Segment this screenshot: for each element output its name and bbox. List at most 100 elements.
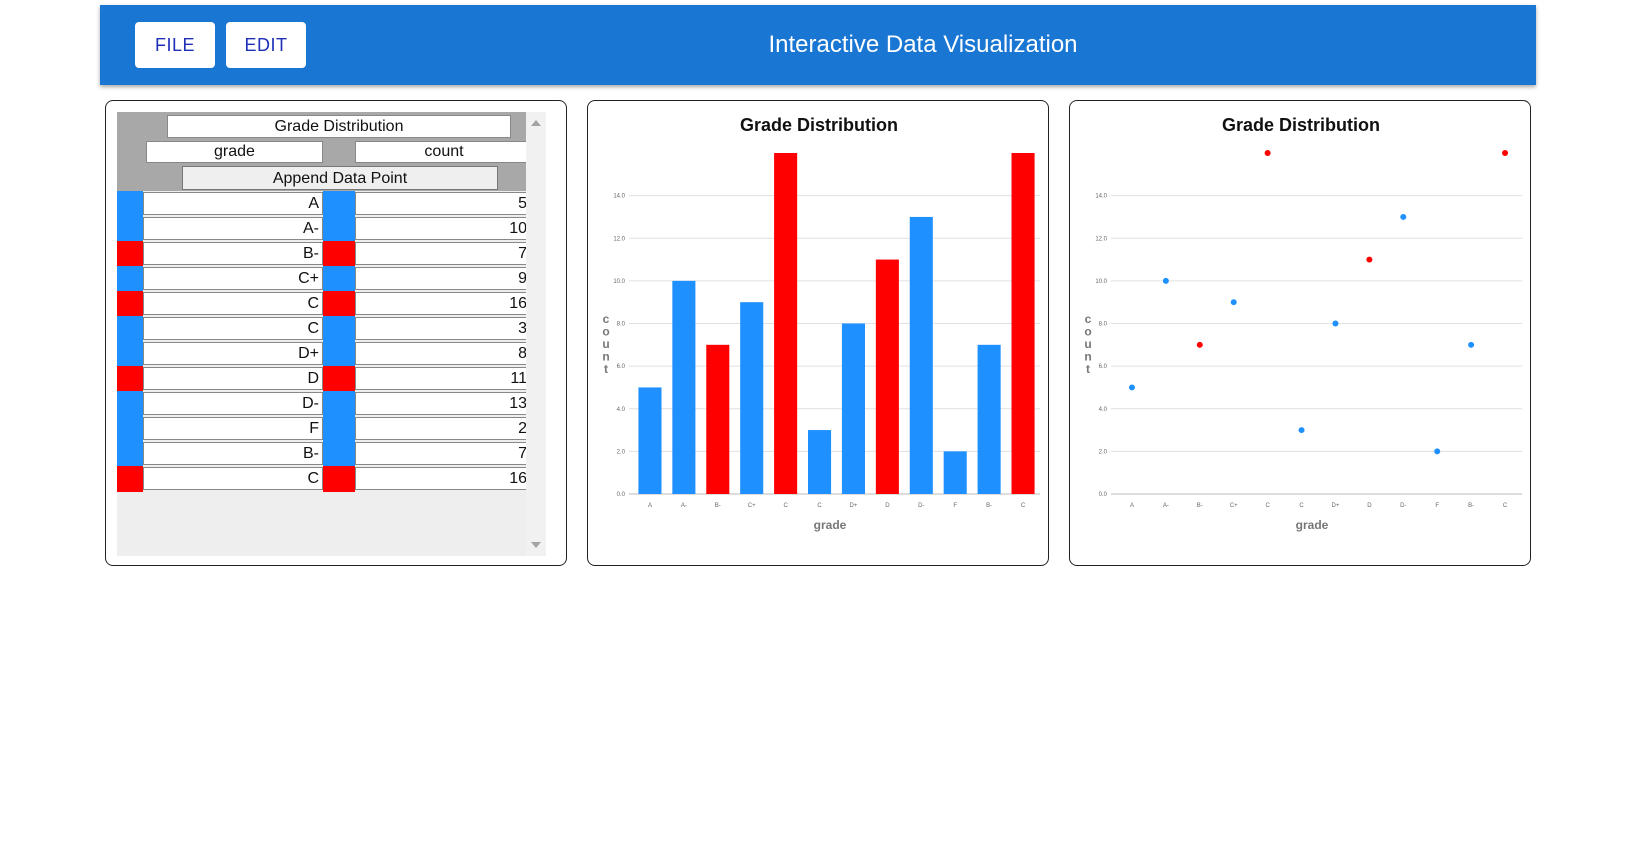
table-row: C 16	[117, 466, 537, 492]
row-color-strip	[323, 266, 355, 292]
row-color-strip	[117, 391, 143, 417]
count-cell[interactable]: 11	[355, 367, 531, 390]
x-tick-label: A-	[1163, 503, 1169, 509]
scatter-chart: 0.0 2.0 4.0 6.0 8.0 10.0 12.0 14.0 A A- B- C+ C C D+ D D…	[1084, 150, 1522, 532]
x-tick-label: F	[953, 503, 957, 509]
x-tick-label: B-	[1197, 503, 1203, 509]
y-axis-title: count	[602, 312, 609, 376]
bar	[774, 153, 798, 494]
grade-cell[interactable]: A	[143, 192, 323, 215]
bar	[875, 259, 899, 494]
grade-cell[interactable]: F	[143, 417, 323, 440]
scroll-up-icon[interactable]	[531, 120, 541, 126]
row-color-strip	[323, 291, 355, 317]
scatter-point	[1502, 150, 1509, 156]
y-tick-label: 6.0	[1099, 364, 1108, 370]
bar	[808, 430, 832, 494]
count-cell[interactable]: 7	[355, 242, 531, 265]
y-tick-label: 14.0	[613, 194, 625, 200]
bar-chart-panel: Grade Distribution 0.0 2.0 4.0 6.0 8.0 10.0 12…	[587, 100, 1049, 566]
grade-cell[interactable]: B-	[143, 442, 323, 465]
count-cell[interactable]: 7	[355, 442, 531, 465]
count-cell[interactable]: 2	[355, 417, 531, 440]
row-color-strip	[117, 341, 143, 367]
count-cell[interactable]: 9	[355, 267, 531, 290]
y-tick-label: 0.0	[1099, 492, 1108, 498]
grade-column-header[interactable]: grade	[146, 141, 323, 163]
bar	[909, 216, 933, 494]
table-row: B- 7	[117, 241, 537, 267]
y-tick-label: 10.0	[1095, 279, 1107, 285]
x-tick-label: C+	[1230, 503, 1238, 509]
y-tick-label: 2.0	[1099, 449, 1108, 455]
row-color-strip	[323, 416, 355, 442]
bar	[706, 344, 730, 494]
x-tick-label: C	[1503, 503, 1508, 509]
scatter-point	[1298, 427, 1305, 434]
scatter-point	[1332, 320, 1339, 327]
row-color-strip	[323, 216, 355, 242]
x-tick-label: C	[1265, 503, 1270, 509]
bar-chart: 0.0 2.0 4.0 6.0 8.0 10.0 12.0 14.0 A A- B- C+ C C D+ D D…	[602, 153, 1040, 532]
grade-cell[interactable]: D-	[143, 392, 323, 415]
bar	[841, 323, 865, 494]
scatter-point	[1366, 256, 1373, 263]
bar	[638, 387, 662, 494]
scatter-point	[1196, 341, 1203, 348]
grade-cell[interactable]: D+	[143, 342, 323, 365]
table-scrollbar[interactable]	[526, 112, 546, 556]
x-tick-label: C	[1021, 503, 1026, 509]
table-title-field[interactable]: Grade Distribution	[167, 115, 511, 138]
x-tick-label: B-	[1468, 503, 1474, 509]
row-color-strip	[117, 441, 143, 467]
count-cell[interactable]: 10	[355, 217, 531, 240]
grade-cell[interactable]: B-	[143, 242, 323, 265]
scatter-point	[1128, 384, 1135, 391]
bar	[672, 280, 696, 494]
row-color-strip	[117, 191, 143, 217]
scatter-point	[1230, 299, 1237, 306]
count-cell[interactable]: 13	[355, 392, 531, 415]
bar	[1011, 153, 1035, 494]
count-cell[interactable]: 3	[355, 317, 531, 340]
scatter-point	[1162, 277, 1169, 284]
table-header: Grade Distribution grade count Append Da…	[117, 112, 537, 191]
grade-cell[interactable]: A-	[143, 217, 323, 240]
table-row: A- 10	[117, 216, 537, 242]
row-color-strip	[323, 441, 355, 467]
x-axis-title: grade	[1296, 518, 1329, 532]
edit-menu-button[interactable]: EDIT	[226, 22, 306, 68]
grade-cell[interactable]: C	[143, 317, 323, 340]
x-tick-label: A	[648, 503, 652, 509]
y-tick-label: 2.0	[617, 449, 626, 455]
grade-cell[interactable]: C	[143, 467, 323, 490]
scatter-point	[1264, 150, 1271, 156]
bar	[740, 302, 764, 494]
grade-cell[interactable]: C	[143, 292, 323, 315]
count-cell[interactable]: 16	[355, 467, 531, 490]
y-tick-label: 0.0	[617, 492, 626, 498]
grade-cell[interactable]: C+	[143, 267, 323, 290]
scatter-point	[1400, 213, 1407, 220]
y-tick-label: 4.0	[1099, 407, 1108, 413]
count-cell[interactable]: 8	[355, 342, 531, 365]
x-tick-label: D-	[918, 503, 924, 509]
table-row: D 11	[117, 366, 537, 392]
count-cell[interactable]: 16	[355, 292, 531, 315]
scroll-down-icon[interactable]	[531, 542, 541, 548]
file-menu-button[interactable]: FILE	[135, 22, 215, 68]
app-title: Interactive Data Visualization	[768, 31, 1078, 58]
table-row: F2	[117, 416, 537, 442]
count-cell[interactable]: 5	[355, 192, 531, 215]
row-color-strip	[117, 466, 143, 492]
x-tick-label: D	[1367, 503, 1372, 509]
bar	[977, 344, 1001, 494]
table-row: D+ 8	[117, 341, 537, 367]
append-data-point-button[interactable]: Append Data Point	[182, 166, 498, 190]
y-tick-label: 6.0	[617, 364, 626, 370]
x-tick-label: C	[783, 503, 788, 509]
x-tick-label: A-	[681, 503, 687, 509]
row-color-strip	[117, 366, 143, 392]
count-column-header[interactable]: count	[355, 141, 533, 163]
grade-cell[interactable]: D	[143, 367, 323, 390]
